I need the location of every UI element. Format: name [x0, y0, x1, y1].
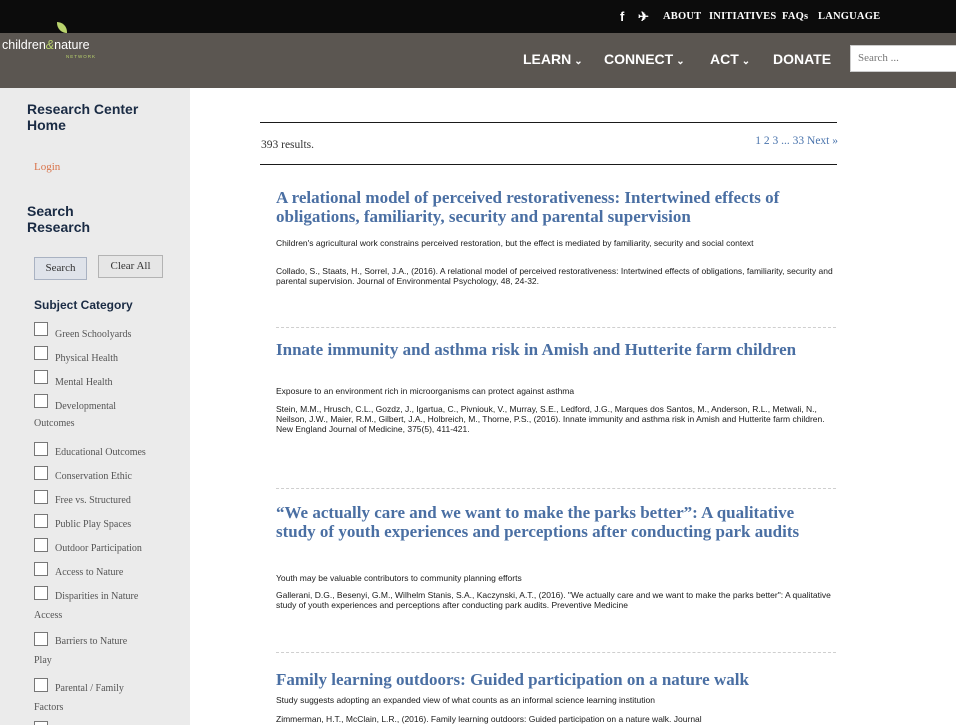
nav-donate[interactable]: DONATE: [773, 50, 831, 68]
checkbox-barriers-to-nature-play[interactable]: [34, 632, 48, 646]
chevron-down-icon: ⌄: [676, 56, 685, 67]
checkbox-mental-health[interactable]: [34, 370, 48, 384]
search-button[interactable]: Search: [34, 257, 87, 280]
checkbox-educational-outcomes[interactable]: [34, 442, 48, 456]
checkbox-access-to-nature[interactable]: [34, 562, 48, 576]
nav-act-label: ACT: [710, 51, 739, 67]
nav-learn-label: LEARN: [523, 51, 572, 67]
result-summary: Youth may be valuable contributors to co…: [276, 573, 522, 583]
site-search-input[interactable]: Search ...: [850, 45, 956, 72]
result-divider: [276, 652, 836, 653]
category-label: Play: [34, 655, 52, 666]
category-label: Factors: [34, 702, 64, 713]
category-label: Outdoor Participation: [55, 543, 142, 554]
top-link-faqs[interactable]: FAQs: [782, 11, 808, 23]
logo-text-nature: nature: [54, 38, 90, 52]
research-center-home-link[interactable]: Research Center Home: [27, 101, 177, 133]
nav-learn[interactable]: LEARN ⌄: [523, 50, 583, 71]
checkbox-green-schoolyards[interactable]: [34, 322, 48, 336]
chevron-down-icon: ⌄: [741, 56, 751, 67]
logo-subtitle: NETWORK: [66, 54, 96, 59]
result-divider: [276, 488, 836, 489]
checkbox-physical-health[interactable]: [34, 346, 48, 360]
category-label: Free vs. Structured: [55, 495, 131, 506]
category-label: Parental / Family: [55, 683, 124, 694]
nav-act[interactable]: ACT ⌄: [710, 50, 750, 71]
category-label: Physical Health: [55, 353, 119, 364]
twitter-icon[interactable]: ✈: [638, 10, 649, 23]
logo-text-children: children: [2, 38, 46, 52]
category-label: Developmental: [55, 401, 117, 412]
category-label: Access to Nature: [55, 567, 124, 578]
result-citation: Zimmerman, H.T., McClain, L.R., (2016). …: [276, 714, 702, 724]
category-label: Barriers to Nature: [55, 636, 128, 647]
result-citation: Collado, S., Staats, H., Sorrel, J.A., (…: [276, 266, 833, 286]
chevron-down-icon: ⌄: [574, 56, 583, 67]
result-summary: Study suggests adopting an expanded view…: [276, 695, 655, 705]
checkbox-disparities-in-nature-access[interactable]: [34, 586, 48, 600]
search-research-heading: Search Research: [27, 203, 91, 235]
top-link-initiatives[interactable]: INITIATIVES: [709, 11, 776, 23]
checkbox-next-category[interactable]: [34, 721, 48, 725]
site-logo[interactable]: children&nature: [2, 38, 90, 52]
subject-category-heading: Subject Category: [34, 298, 133, 312]
category-label: Public Play Spaces: [55, 519, 132, 530]
results-top-rule: [260, 122, 837, 123]
checkbox-conservation-ethic[interactable]: [34, 466, 48, 480]
result-title-link[interactable]: Family learning outdoors: Guided partici…: [276, 670, 836, 689]
result-summary: Exposure to an environment rich in micro…: [276, 386, 575, 396]
result-title-link[interactable]: “We actually care and we want to make th…: [276, 503, 836, 541]
checkbox-public-play-spaces[interactable]: [34, 514, 48, 528]
logo-text-and: &: [45, 38, 55, 52]
category-label: Outcomes: [34, 418, 75, 429]
results-bottom-rule: [260, 164, 837, 165]
nav-donate-label: DONATE: [773, 51, 832, 67]
login-link[interactable]: Login: [34, 161, 60, 173]
category-label: Conservation Ethic: [55, 471, 132, 482]
result-title-link[interactable]: A relational model of perceived restorat…: [276, 188, 836, 226]
category-label: Green Schoolyards: [55, 329, 132, 340]
top-link-about[interactable]: ABOUT: [663, 11, 701, 23]
top-link-language[interactable]: LANGUAGE: [818, 11, 880, 23]
nav-connect[interactable]: CONNECT ⌄: [604, 50, 685, 71]
checkbox-outdoor-participation[interactable]: [34, 538, 48, 552]
category-label: Disparities in Nature: [55, 591, 139, 602]
facebook-icon[interactable]: f: [620, 10, 624, 23]
results-count: 393 results.: [261, 139, 315, 151]
top-utility-bar: f ✈ ABOUT INITIATIVES FAQs LANGUAGE: [0, 0, 956, 33]
result-citation: Stein, M.M., Hrusch, C.L., Gozdz, J., Ig…: [276, 404, 825, 434]
checkbox-developmental-outcomes[interactable]: [34, 394, 48, 408]
clear-all-button[interactable]: Clear All: [98, 255, 163, 278]
checkbox-parental-family-factors[interactable]: [34, 678, 48, 692]
category-label: Access: [34, 610, 63, 621]
result-summary: Children's agricultural work constrains …: [276, 238, 754, 248]
nav-connect-label: CONNECT: [604, 51, 674, 67]
result-divider: [276, 327, 836, 328]
pagination[interactable]: 1 2 3 ... 33 Next »: [708, 135, 838, 148]
result-citation: Gallerani, D.G., Besenyi, G.M., Wilhelm …: [276, 590, 831, 610]
checkbox-free-vs-structured[interactable]: [34, 490, 48, 504]
result-title-link[interactable]: Innate immunity and asthma risk in Amish…: [276, 340, 836, 359]
category-label: Educational Outcomes: [55, 447, 146, 458]
category-label: Mental Health: [55, 377, 113, 388]
